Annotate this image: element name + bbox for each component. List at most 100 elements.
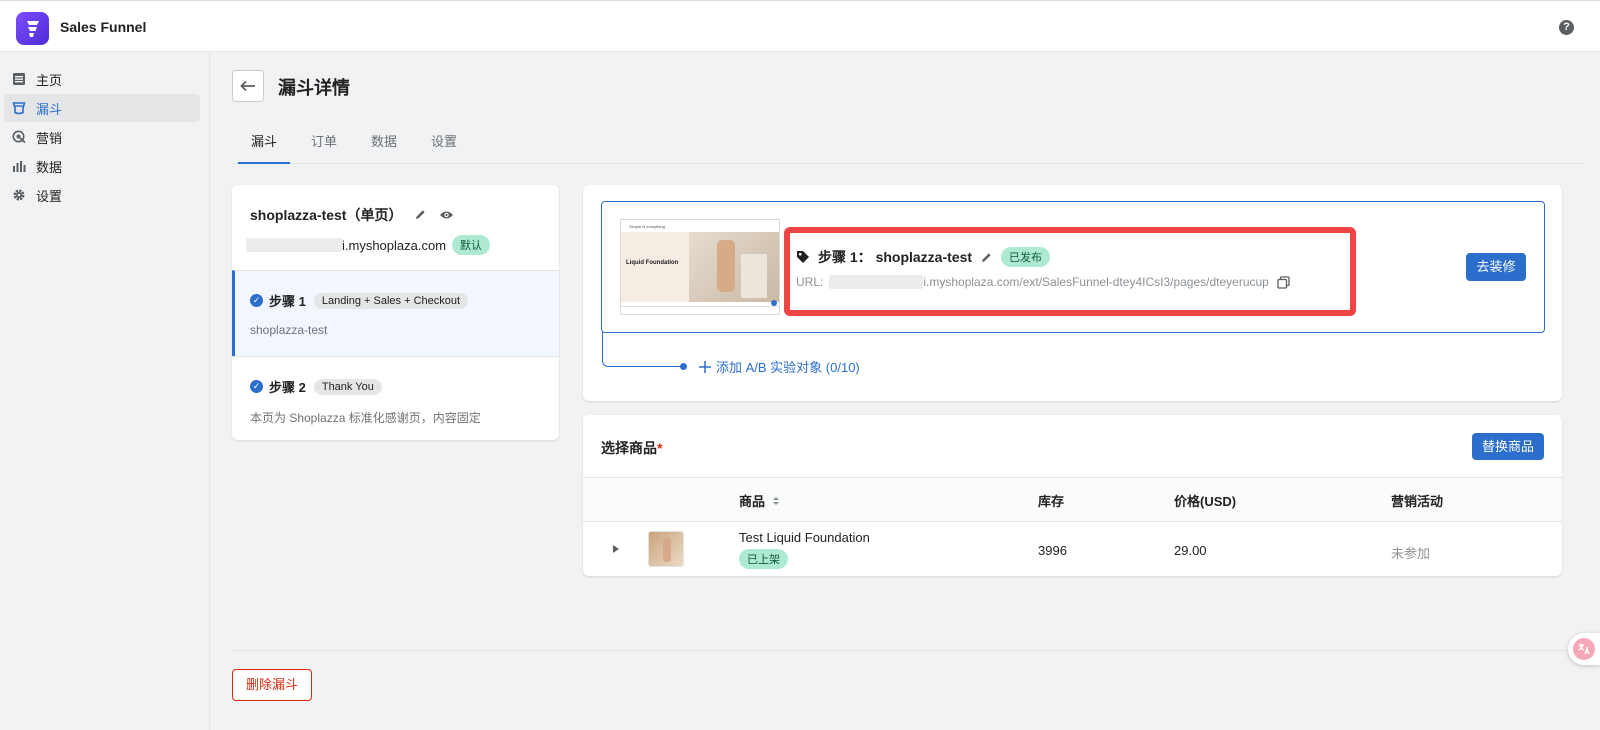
url-label: URL:	[796, 275, 824, 289]
default-badge: 默认	[452, 235, 491, 255]
footer-divider	[232, 650, 1582, 651]
funnel-name: shoplazza-test（单页）	[250, 205, 454, 225]
column-header-price: 价格(USD)	[1174, 494, 1237, 509]
thumbnail-bottle	[663, 538, 671, 562]
tab-orders[interactable]: 订单	[306, 124, 342, 164]
connector-dot	[680, 363, 687, 370]
sidebar-item-label: 数据	[36, 159, 63, 175]
check-circle-icon: ✓	[250, 380, 263, 393]
highlight-box: 步骤 1： shoplazza-test 已发布 URL: i.myshopla…	[784, 227, 1356, 316]
column-header-stock: 库存	[1038, 494, 1065, 509]
tab-settings[interactable]: 设置	[426, 124, 462, 164]
translate-icon	[1573, 638, 1595, 660]
top-bar: Sales Funnel ?	[0, 0, 1600, 52]
page-thumbnail[interactable]: Simple is everything Liquid Foundation	[620, 219, 780, 315]
tab-funnel[interactable]: 漏斗	[238, 124, 290, 164]
product-price: 29.00	[1174, 543, 1207, 558]
step-description: 本页为 Shoplazza 标准化感谢页，内容固定	[250, 411, 481, 425]
product-campaign: 未参加	[1391, 546, 1431, 561]
funnel-domain: i.myshoplaza.com 默认	[246, 235, 491, 255]
required-mark: *	[657, 440, 663, 456]
back-button[interactable]	[232, 70, 264, 102]
sidebar-item-home[interactable]: 主页	[4, 65, 200, 93]
funnel-overview-card: shoplazza-test（单页） i.myshoplaza.com 默认 ✓…	[232, 185, 559, 440]
add-ab-test-link[interactable]: 添加 A/B 实验对象 (0/10)	[699, 357, 860, 376]
column-header-campaign: 营销活动	[1391, 494, 1444, 509]
tag-icon	[797, 251, 809, 263]
delete-funnel-button[interactable]: 删除漏斗	[232, 669, 312, 701]
sidebar-item-settings[interactable]: 设置	[4, 181, 200, 209]
redacted-region	[246, 238, 342, 252]
thumbnail-headline: Liquid Foundation	[626, 260, 679, 266]
target-icon	[12, 130, 26, 144]
funnel-logo-icon	[26, 20, 39, 37]
replace-products-button[interactable]: 替换商品	[1472, 433, 1544, 460]
language-glyph-icon	[1578, 643, 1590, 655]
app-logo	[16, 12, 49, 45]
sort-icon	[772, 497, 779, 505]
add-ab-test-label: 添加 A/B 实验对象 (0/10)	[716, 360, 860, 375]
sidebar: 主页 漏斗 营销 数据 设置	[0, 52, 210, 730]
pencil-icon[interactable]	[980, 251, 993, 264]
page-title: 漏斗详情	[278, 78, 350, 98]
url-text: i.myshoplaza.com/ext/SalesFunnel-dtey4IC…	[923, 275, 1269, 289]
step-detail-card: Simple is everything Liquid Foundation 步…	[583, 185, 1562, 401]
sidebar-item-funnel[interactable]: 漏斗	[4, 94, 200, 122]
sidebar-item-label: 营销	[36, 130, 63, 146]
plus-icon	[699, 360, 711, 373]
eye-icon[interactable]	[439, 209, 454, 221]
funnel-icon	[12, 102, 26, 115]
product-stock: 3996	[1038, 543, 1067, 558]
list-icon	[13, 73, 25, 85]
column-header-label: 商品	[739, 494, 766, 509]
products-card: 选择商品* 替换商品 商品 库存 价格(USD) 营销活动 Test Liqui…	[583, 415, 1562, 576]
copy-icon[interactable]	[1277, 275, 1290, 289]
tab-bar: 漏斗 订单 数据 设置	[232, 124, 1582, 164]
step-row-2[interactable]: ✓ 步骤 2 Thank You 本页为 Shoplazza 标准化感谢页，内容…	[232, 356, 559, 440]
step-row-1[interactable]: ✓ 步骤 1 Landing + Sales + Checkout shopla…	[232, 270, 559, 356]
expand-arrow-icon[interactable]	[612, 544, 620, 554]
gear-icon	[13, 189, 25, 201]
step-header: ✓ 步骤 2 Thank You	[250, 377, 382, 396]
app-title: Sales Funnel	[60, 19, 147, 35]
thumbnail-top-text: Simple is everything	[629, 224, 665, 229]
decorate-button[interactable]: 去装修	[1466, 253, 1526, 281]
step-type-badge: Thank You	[313, 378, 382, 395]
translate-widget[interactable]	[1568, 633, 1600, 665]
page-variant-box: Simple is everything Liquid Foundation 步…	[601, 201, 1545, 333]
sidebar-item-data[interactable]: 数据	[4, 152, 200, 180]
help-icon[interactable]: ?	[1559, 20, 1574, 35]
funnel-domain-text: i.myshoplaza.com	[342, 237, 447, 253]
step-header: ✓ 步骤 1 Landing + Sales + Checkout	[250, 291, 469, 310]
sidebar-item-label: 漏斗	[36, 101, 63, 117]
funnel-name-text: shoplazza-test（单页）	[250, 207, 403, 223]
thumbnail-divider	[621, 306, 779, 307]
step-type-badge: Landing + Sales + Checkout	[313, 292, 469, 309]
pencil-icon[interactable]	[414, 208, 427, 221]
ab-connector-line	[602, 332, 684, 367]
arrow-left-icon	[240, 80, 255, 92]
step-detail-title: 步骤 1： shoplazza-test	[818, 249, 973, 265]
products-title: 选择商品*	[601, 438, 662, 458]
products-title-text: 选择商品	[601, 440, 657, 456]
sidebar-item-label: 设置	[36, 188, 63, 204]
thumbnail-block	[741, 254, 767, 298]
listed-badge: 已上架	[739, 549, 788, 569]
sidebar-item-label: 主页	[36, 72, 63, 88]
thumbnail-bottle	[717, 240, 735, 292]
published-badge: 已发布	[1001, 247, 1051, 267]
tab-data[interactable]: 数据	[366, 124, 402, 164]
redacted-region	[829, 275, 924, 289]
step-label: 步骤 1	[269, 294, 306, 309]
product-name[interactable]: Test Liquid Foundation	[739, 530, 870, 545]
step-description: shoplazza-test	[250, 323, 328, 337]
step-label: 步骤 2	[269, 380, 306, 395]
main-content: 漏斗详情 漏斗 订单 数据 设置 shoplazza-test（单页） i.my…	[210, 52, 1600, 730]
check-circle-icon: ✓	[250, 294, 263, 307]
step-url: URL: i.myshoplaza.com/ext/SalesFunnel-dt…	[796, 275, 1290, 289]
sidebar-item-marketing[interactable]: 营销	[4, 123, 200, 151]
column-header-product[interactable]: 商品	[739, 491, 780, 510]
product-thumbnail	[648, 531, 684, 567]
step-detail-header: 步骤 1： shoplazza-test 已发布	[796, 247, 1051, 267]
bar-chart-icon	[13, 161, 26, 172]
